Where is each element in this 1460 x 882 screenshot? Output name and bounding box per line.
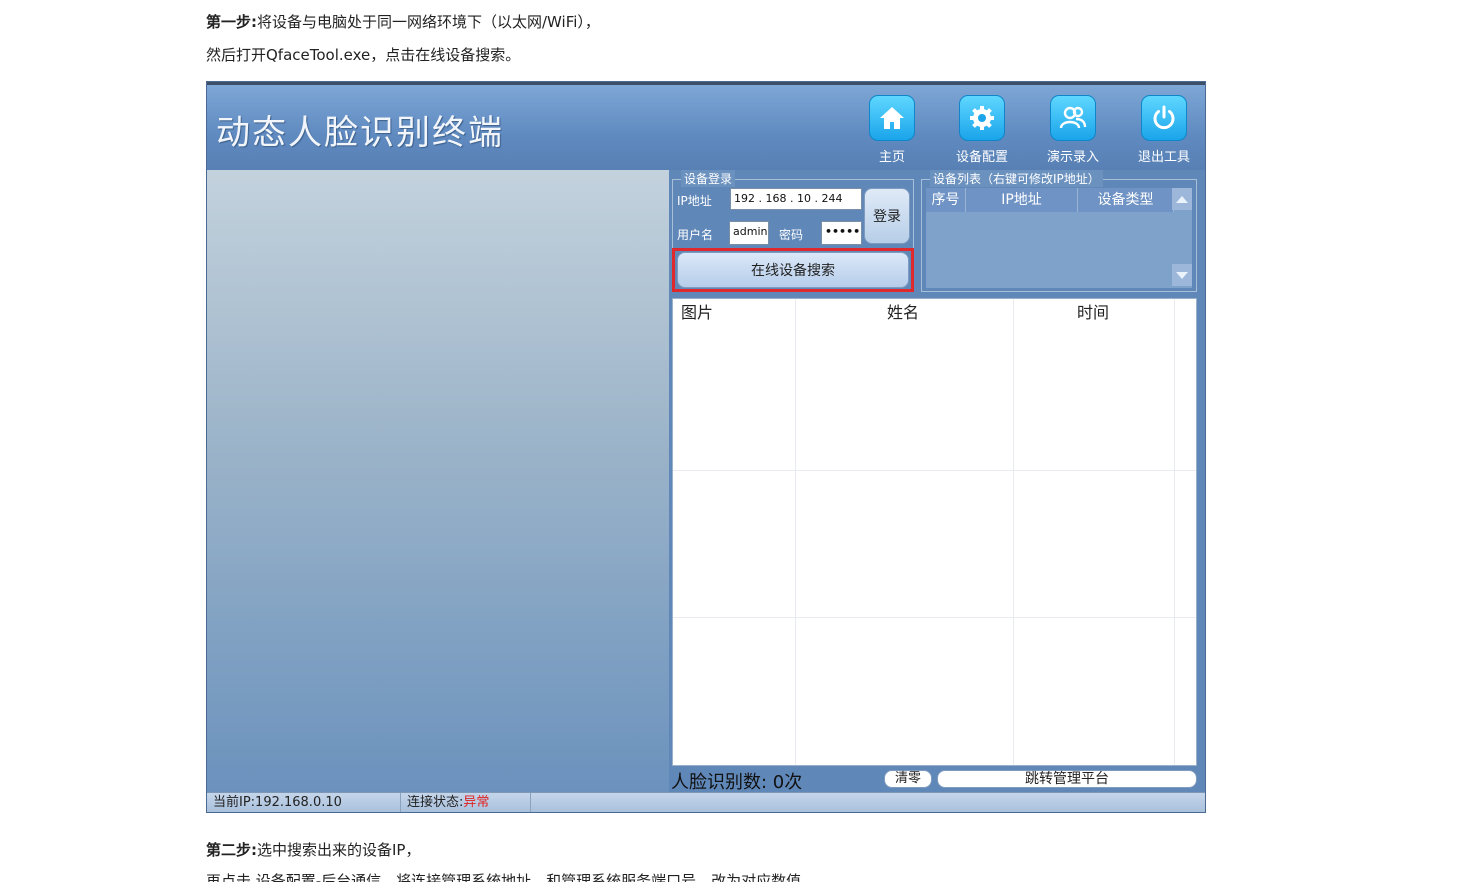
grid-line (673, 470, 1196, 471)
demo-entry-label: 演示录入 (1046, 150, 1099, 165)
app-title: 动态人脸识别终端 (216, 113, 504, 153)
app-titlebar: 动态人脸识别终端 主页 设备配置 演示录入 退出工具 (207, 82, 1205, 170)
scroll-up-button[interactable] (1172, 188, 1192, 210)
home-label: 主页 (878, 150, 905, 165)
app-window: 动态人脸识别终端 主页 设备配置 演示录入 退出工具 设备登录 IP地址 192… (206, 81, 1206, 813)
step1-line2: 然后打开QfaceTool.exe，点击在线设备搜索。 (206, 46, 521, 64)
status-bar: 当前IP:192.168.0.10 连接状态:异常 (207, 792, 1205, 812)
username-label: 用户名 (677, 228, 714, 242)
column-header-index[interactable]: 序号 (926, 188, 966, 212)
step2-line: 第二步:选中搜索出来的设备IP， (206, 840, 420, 860)
device-list-caption: 设备列表（右键可修改IP地址） (930, 170, 1103, 187)
clear-count-button[interactable]: 清零 (884, 770, 932, 788)
password-input[interactable]: ••••• (821, 221, 862, 245)
step1-prefix: 第一步: (206, 13, 257, 31)
step1-text: 将设备与电脑处于同一网络环境下（以太网/WiFi）， (257, 13, 600, 31)
column-header-time: 时间 (1077, 303, 1110, 322)
device-login-caption: 设备登录 (681, 170, 736, 187)
exit-tool-button[interactable]: 退出工具 (1129, 95, 1199, 167)
grid-line (673, 617, 1196, 618)
online-device-search-button[interactable]: 在线设备搜索 (677, 252, 909, 288)
ip-address-input[interactable]: 192 . 168 . 10 . 244 (730, 188, 862, 210)
column-header-device-type[interactable]: 设备类型 (1078, 188, 1174, 212)
ip-label: IP地址 (677, 194, 712, 208)
exit-tool-label: 退出工具 (1137, 150, 1190, 165)
grid-line (1174, 299, 1175, 765)
column-header-name: 姓名 (887, 303, 920, 322)
device-config-label: 设备配置 (955, 150, 1008, 165)
home-button[interactable]: 主页 (857, 95, 927, 167)
device-list-table[interactable]: 序号 IP地址 设备类型 (926, 188, 1192, 288)
connection-status: 连接状态:异常 (401, 793, 531, 812)
connection-status-value: 异常 (463, 795, 490, 810)
recognition-count: 人脸识别数: 0次 (671, 772, 803, 793)
grid-line (795, 299, 796, 765)
recognition-records-table[interactable]: 图片 姓名 时间 (672, 298, 1197, 766)
jump-to-platform-button[interactable]: 跳转管理平台 (937, 770, 1197, 788)
gear-icon (959, 95, 1005, 141)
home-icon (869, 95, 915, 141)
password-label: 密码 (779, 228, 804, 242)
power-icon (1141, 95, 1187, 141)
scroll-down-button[interactable] (1172, 264, 1192, 286)
login-button[interactable]: 登录 (864, 188, 910, 244)
connection-status-label: 连接状态: (407, 795, 464, 810)
column-header-ip[interactable]: IP地址 (966, 188, 1078, 212)
device-list-group: 设备列表（右键可修改IP地址） 序号 IP地址 设备类型 (921, 170, 1197, 292)
step2-line2: 再点击 设备配置-后台通信，将连接管理系统地址，和管理系统服务端口号，改为对应数… (206, 872, 802, 882)
column-header-photo: 图片 (681, 303, 714, 322)
current-ip-status: 当前IP:192.168.0.10 (207, 793, 401, 812)
camera-preview-area (207, 170, 669, 792)
username-input[interactable]: admin (729, 221, 769, 245)
step2-prefix: 第二步: (206, 841, 257, 859)
grid-line (1013, 299, 1014, 765)
demo-entry-button[interactable]: 演示录入 (1038, 95, 1108, 167)
device-config-button[interactable]: 设备配置 (947, 95, 1017, 167)
step1-line: 第一步:将设备与电脑处于同一网络环境下（以太网/WiFi）， (206, 12, 600, 32)
users-icon (1050, 95, 1096, 141)
step2-text: 选中搜索出来的设备IP， (257, 841, 421, 859)
